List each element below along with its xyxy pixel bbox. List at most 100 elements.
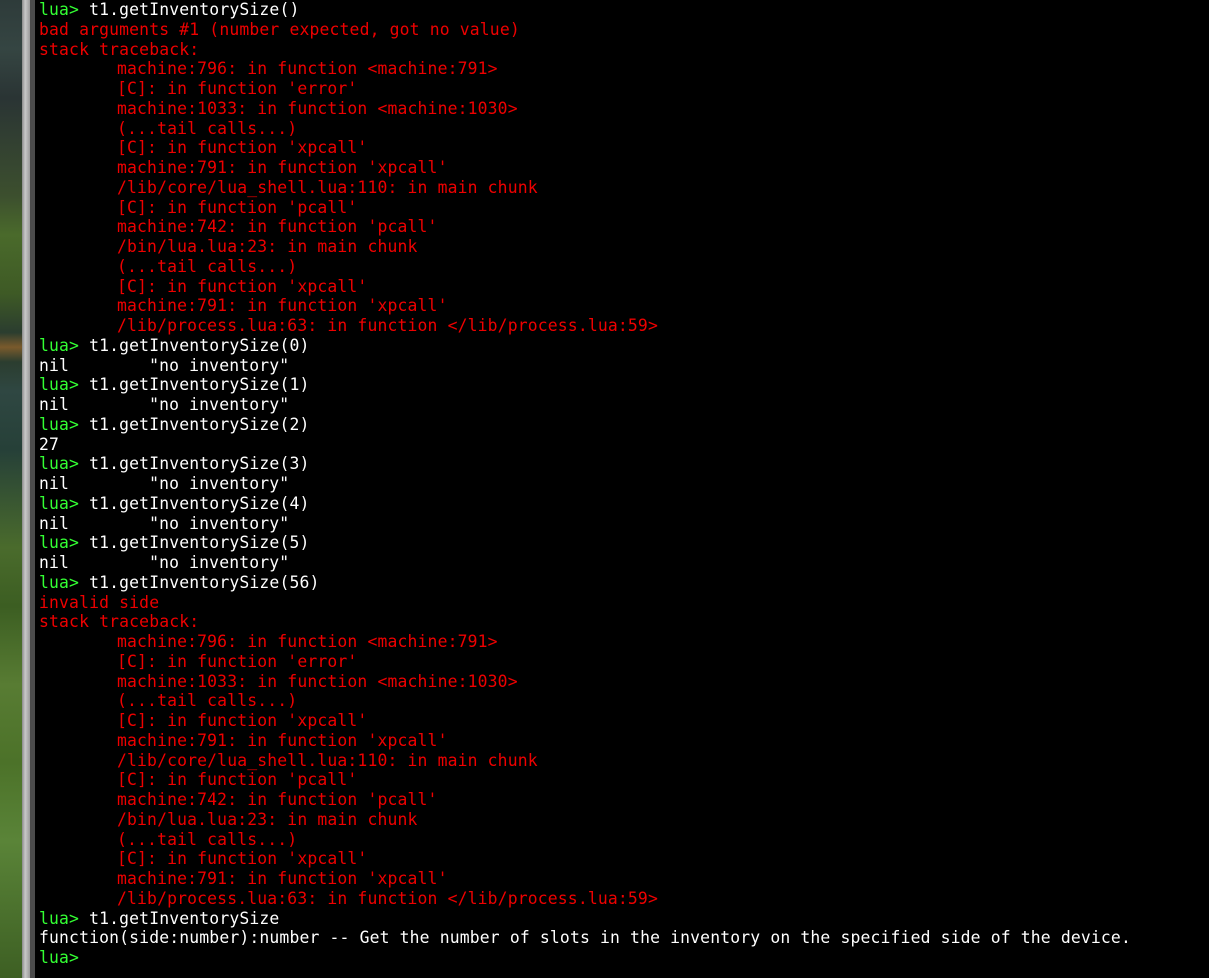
traceback-text: /lib/process.lua:63: in function </lib/p… — [117, 316, 658, 335]
traceback-text: [C]: in function 'xpcall' — [117, 276, 368, 296]
output-line: nil "no inventory" — [39, 474, 1207, 494]
prompt: lua> — [39, 908, 80, 928]
command-text: t1.getInventorySize() — [79, 0, 300, 19]
traceback-line: machine:742: in function 'pcall' — [39, 217, 1207, 237]
monitor-bezel — [22, 0, 30, 978]
traceback-line: (...tail calls...) — [39, 830, 1207, 850]
traceback-line: /lib/process.lua:63: in function </lib/p… — [39, 316, 1207, 336]
error-text: invalid side — [39, 592, 160, 612]
traceback-line: machine:796: in function <machine:791> — [39, 632, 1207, 652]
command-text: t1.getInventorySize(5) — [79, 533, 310, 553]
traceback-line: machine:796: in function <machine:791> — [39, 59, 1207, 79]
command-line: lua> t1.getInventorySize(0) — [39, 336, 1207, 356]
command-line: lua> t1.getInventorySize(4) — [39, 494, 1207, 514]
traceback-line: [C]: in function 'xpcall' — [39, 711, 1207, 731]
output-line: nil "no inventory" — [39, 514, 1207, 534]
command-line: lua> t1.getInventorySize(1) — [39, 375, 1207, 395]
command-line: lua> t1.getInventorySize(2) — [39, 415, 1207, 435]
error-line: stack traceback: — [39, 40, 1207, 60]
traceback-text: machine:742: in function 'pcall' — [117, 790, 438, 809]
error-line: invalid side — [39, 593, 1207, 613]
command-line: lua> t1.getInventorySize(3) — [39, 454, 1207, 474]
lua-terminal[interactable]: lua> t1.getInventorySize() bad arguments … — [39, 0, 1207, 978]
output-line: function(side:number):number -- Get the … — [39, 928, 1207, 948]
traceback-text: machine:791: in function 'xpcall' — [117, 730, 448, 750]
prompt: lua> — [39, 335, 80, 355]
monitor-bezel-inner — [30, 0, 35, 978]
traceback-text: (...tail calls...) — [117, 256, 298, 276]
output-message: "no inventory" — [149, 474, 290, 493]
traceback-line: [C]: in function 'error' — [39, 652, 1207, 672]
traceback-text: (...tail calls...) — [117, 691, 298, 711]
traceback-text: machine:1033: in function <machine:1030> — [117, 671, 518, 691]
command-line: lua> t1.getInventorySize(5) — [39, 533, 1207, 553]
traceback-line: [C]: in function 'pcall' — [39, 198, 1207, 218]
command-line: lua> — [39, 948, 1207, 968]
traceback-text: [C]: in function 'pcall' — [117, 197, 358, 217]
output-message: "no inventory" — [149, 395, 290, 414]
traceback-line: [C]: in function 'xpcall' — [39, 277, 1207, 297]
output-value: nil — [39, 474, 70, 493]
prompt: lua> — [39, 533, 80, 553]
output-value: nil — [39, 553, 70, 572]
traceback-line: machine:791: in function 'xpcall' — [39, 158, 1207, 178]
output-value: nil — [39, 395, 70, 414]
command-line: lua> t1.getInventorySize() — [39, 0, 1207, 20]
command-text: t1.getInventorySize(3) — [79, 454, 310, 474]
traceback-text: machine:791: in function 'xpcall' — [117, 296, 448, 316]
error-line: bad arguments #1 (number expected, got n… — [39, 20, 1207, 40]
prompt: lua> — [39, 375, 80, 395]
traceback-text: /lib/core/lua_shell.lua:110: in main chu… — [117, 750, 538, 770]
game-world-background — [0, 0, 22, 978]
traceback-line: machine:742: in function 'pcall' — [39, 790, 1207, 810]
prompt: lua> — [39, 414, 80, 434]
traceback-text: (...tail calls...) — [117, 118, 298, 138]
error-text: stack traceback: — [39, 39, 200, 59]
traceback-line: [C]: in function 'xpcall' — [39, 138, 1207, 158]
traceback-text: [C]: in function 'xpcall' — [117, 849, 368, 869]
traceback-line: [C]: in function 'xpcall' — [39, 849, 1207, 869]
traceback-line: [C]: in function 'error' — [39, 79, 1207, 99]
traceback-text: [C]: in function 'pcall' — [117, 770, 358, 790]
traceback-line: /lib/process.lua:63: in function </lib/p… — [39, 889, 1207, 909]
traceback-text: [C]: in function 'xpcall' — [117, 138, 368, 158]
command-text: t1.getInventorySize(1) — [79, 375, 310, 395]
error-text: stack traceback: — [39, 612, 200, 632]
traceback-line: (...tail calls...) — [39, 119, 1207, 139]
command-line: lua> t1.getInventorySize(56) — [39, 573, 1207, 593]
output-message: "no inventory" — [149, 553, 290, 572]
traceback-text: machine:796: in function <machine:791> — [117, 632, 498, 651]
traceback-text: /bin/lua.lua:23: in main chunk — [117, 237, 418, 256]
traceback-line: machine:791: in function 'xpcall' — [39, 869, 1207, 889]
traceback-line: (...tail calls...) — [39, 691, 1207, 711]
traceback-line: machine:791: in function 'xpcall' — [39, 731, 1207, 751]
output-value: nil — [39, 355, 70, 375]
traceback-line: [C]: in function 'pcall' — [39, 770, 1207, 790]
prompt: lua> — [39, 0, 80, 19]
traceback-text: (...tail calls...) — [117, 829, 298, 849]
screen: lua> t1.getInventorySize() bad arguments … — [0, 0, 1209, 978]
traceback-line: machine:1033: in function <machine:1030> — [39, 672, 1207, 692]
prompt: lua> — [39, 572, 80, 592]
traceback-text: machine:791: in function 'xpcall' — [117, 869, 448, 888]
output-line: nil "no inventory" — [39, 395, 1207, 415]
output-line: nil "no inventory" — [39, 356, 1207, 376]
traceback-line: /bin/lua.lua:23: in main chunk — [39, 237, 1207, 257]
output-line: 27 — [39, 435, 1207, 455]
prompt: lua> — [39, 493, 80, 513]
traceback-text: machine:796: in function <machine:791> — [117, 59, 498, 79]
output-value: nil — [39, 513, 70, 533]
command-text: t1.getInventorySize(2) — [79, 414, 310, 434]
command-text: t1.getInventorySize(0) — [79, 335, 310, 355]
error-text: bad arguments #1 (number expected, got n… — [39, 19, 520, 39]
traceback-text: /lib/core/lua_shell.lua:110: in main chu… — [117, 177, 538, 197]
output-line: nil "no inventory" — [39, 553, 1207, 573]
traceback-text: /lib/process.lua:63: in function </lib/p… — [117, 888, 658, 908]
output-text: 27 — [39, 434, 60, 454]
traceback-line: /lib/core/lua_shell.lua:110: in main chu… — [39, 751, 1207, 771]
traceback-text: [C]: in function 'error' — [117, 79, 358, 98]
output-text: function(side:number):number -- Get the … — [39, 928, 1131, 948]
traceback-text: machine:1033: in function <machine:1030> — [117, 98, 518, 118]
traceback-line: machine:1033: in function <machine:1030> — [39, 99, 1207, 119]
command-text: t1.getInventorySize(4) — [79, 493, 310, 513]
